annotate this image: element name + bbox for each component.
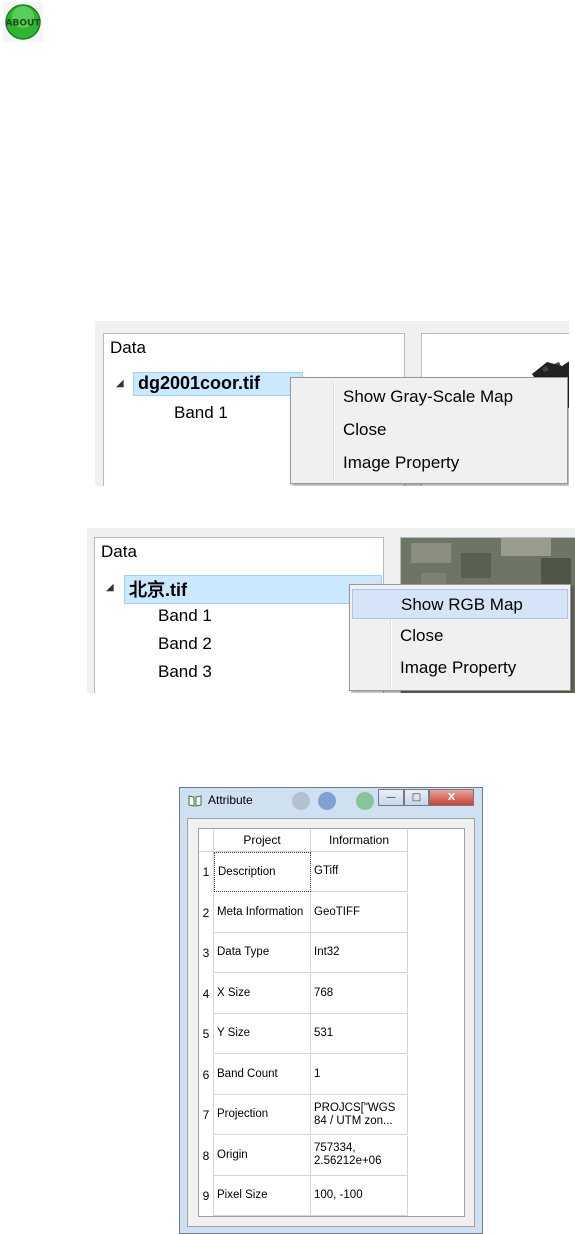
blurred-taskbar-icon xyxy=(292,792,310,810)
cell-project[interactable]: Origin xyxy=(214,1135,311,1176)
cell-information[interactable]: PROJCS["WGS 84 / UTM zon... xyxy=(311,1095,408,1135)
table-row[interactable]: 6 Band Count 1 xyxy=(199,1054,464,1095)
row-number: 3 xyxy=(199,933,214,973)
row-number: 7 xyxy=(199,1095,214,1135)
table-row[interactable]: 4X Size 768 xyxy=(199,973,464,1014)
dialog-title: Attribute xyxy=(208,793,253,807)
tree-band-node[interactable]: Band 2 xyxy=(158,634,212,654)
close-button[interactable]: X xyxy=(429,789,474,806)
table-row[interactable]: 1 Description GTiff xyxy=(199,852,464,892)
cell-information[interactable]: 757334, 2.56212e+06 xyxy=(311,1135,408,1176)
dialog-client-area: Project Information 1 Description GTiff 2 Me… xyxy=(187,818,475,1227)
expand-arrow-icon[interactable]: ◢ xyxy=(106,582,114,593)
tree-band-node[interactable]: Band 3 xyxy=(158,662,212,682)
table-row[interactable]: 8 Origin 757334, 2.56212e+06 xyxy=(199,1135,464,1176)
cell-project[interactable]: Pixel Size xyxy=(214,1176,311,1216)
menu-item-show-gray-map[interactable]: Show Gray-Scale Map xyxy=(293,382,565,412)
cell-project[interactable]: Data Type xyxy=(214,933,311,973)
table-row[interactable]: 5Y Size 531 xyxy=(199,1014,464,1054)
cell-project[interactable]: X Size xyxy=(214,973,311,1014)
row-number: 8 xyxy=(199,1135,214,1176)
cell-project[interactable]: Band Count xyxy=(214,1054,311,1095)
cell-information[interactable]: GTiff xyxy=(311,852,408,892)
row-number: 5 xyxy=(199,1014,214,1054)
row-number: 4 xyxy=(199,973,214,1014)
about-label: ABOUT xyxy=(6,19,42,29)
cell-information[interactable]: 1 xyxy=(311,1054,408,1095)
menu-item-close[interactable]: Close xyxy=(293,415,565,445)
row-number: 2 xyxy=(199,892,214,933)
cell-information[interactable]: 531 xyxy=(311,1014,408,1054)
minimize-button[interactable]: — xyxy=(378,789,404,806)
menu-item-image-property[interactable]: Image Property xyxy=(293,448,565,478)
menu-item-close[interactable]: Close xyxy=(352,621,568,651)
blurred-taskbar-icon xyxy=(318,792,336,810)
tree-file-node[interactable]: 北京.tif xyxy=(124,575,382,604)
table-row[interactable]: 9 Pixel Size 100, -100 xyxy=(199,1176,464,1216)
panel-title: Data xyxy=(101,542,137,561)
row-number: 1 xyxy=(199,852,214,892)
cell-information[interactable]: 100, -100 xyxy=(311,1176,408,1216)
data-tree-panel: Data ◢ 北京.tif Band 1 Band 2 Band 3 xyxy=(94,537,384,693)
blurred-taskbar-icon xyxy=(356,792,374,810)
menu-item-show-rgb-map[interactable]: Show RGB Map xyxy=(352,589,568,619)
dialog-title-bar[interactable]: Attribute — □ X xyxy=(180,788,482,814)
table-corner xyxy=(199,829,214,852)
panel-title: Data xyxy=(110,338,146,357)
table-row[interactable]: 3 Data Type Int32 xyxy=(199,933,464,973)
row-number: 9 xyxy=(199,1176,214,1216)
tree-file-node[interactable]: dg2001coor.tif xyxy=(133,372,303,396)
tree-band-node[interactable]: Band 1 xyxy=(174,403,228,423)
cell-project[interactable]: Projection xyxy=(214,1095,311,1135)
column-header-project[interactable]: Project xyxy=(214,829,311,852)
tree-band-node[interactable]: Band 1 xyxy=(158,606,212,626)
book-icon xyxy=(188,795,202,807)
column-header-information[interactable]: Information xyxy=(311,829,408,852)
context-menu: Show Gray-Scale Map Close Image Property xyxy=(290,377,568,484)
row-number: 6 xyxy=(199,1054,214,1095)
rgb-map-screenshot: Data ◢ 北京.tif Band 1 Band 2 Band 3 Show … xyxy=(87,528,575,693)
cell-information[interactable]: GeoTIFF xyxy=(311,892,408,933)
context-menu: Show RGB Map Close Image Property xyxy=(349,584,571,691)
cell-information[interactable]: 768 xyxy=(311,973,408,1014)
menu-item-image-property[interactable]: Image Property xyxy=(352,653,568,683)
about-icon[interactable]: ABOUT xyxy=(3,2,43,42)
maximize-button[interactable]: □ xyxy=(404,789,429,806)
attribute-dialog: Attribute — □ X Project Information 1 Des… xyxy=(179,787,483,1234)
attribute-table: Project Information 1 Description GTiff 2 Me… xyxy=(198,828,465,1217)
table-row[interactable]: 7 Projection PROJCS["WGS 84 / UTM zon... xyxy=(199,1095,464,1135)
table-row[interactable]: 2 Meta Information GeoTIFF xyxy=(199,892,464,933)
cell-project[interactable]: Description xyxy=(214,852,311,892)
cell-project[interactable]: Meta Information xyxy=(214,892,311,933)
gray-map-screenshot: Data ◢ dg2001coor.tif Band 1 Show Gray-S… xyxy=(95,321,569,486)
cell-project[interactable]: Y Size xyxy=(214,1014,311,1054)
expand-arrow-icon[interactable]: ◢ xyxy=(116,378,124,389)
cell-information[interactable]: Int32 xyxy=(311,933,408,973)
